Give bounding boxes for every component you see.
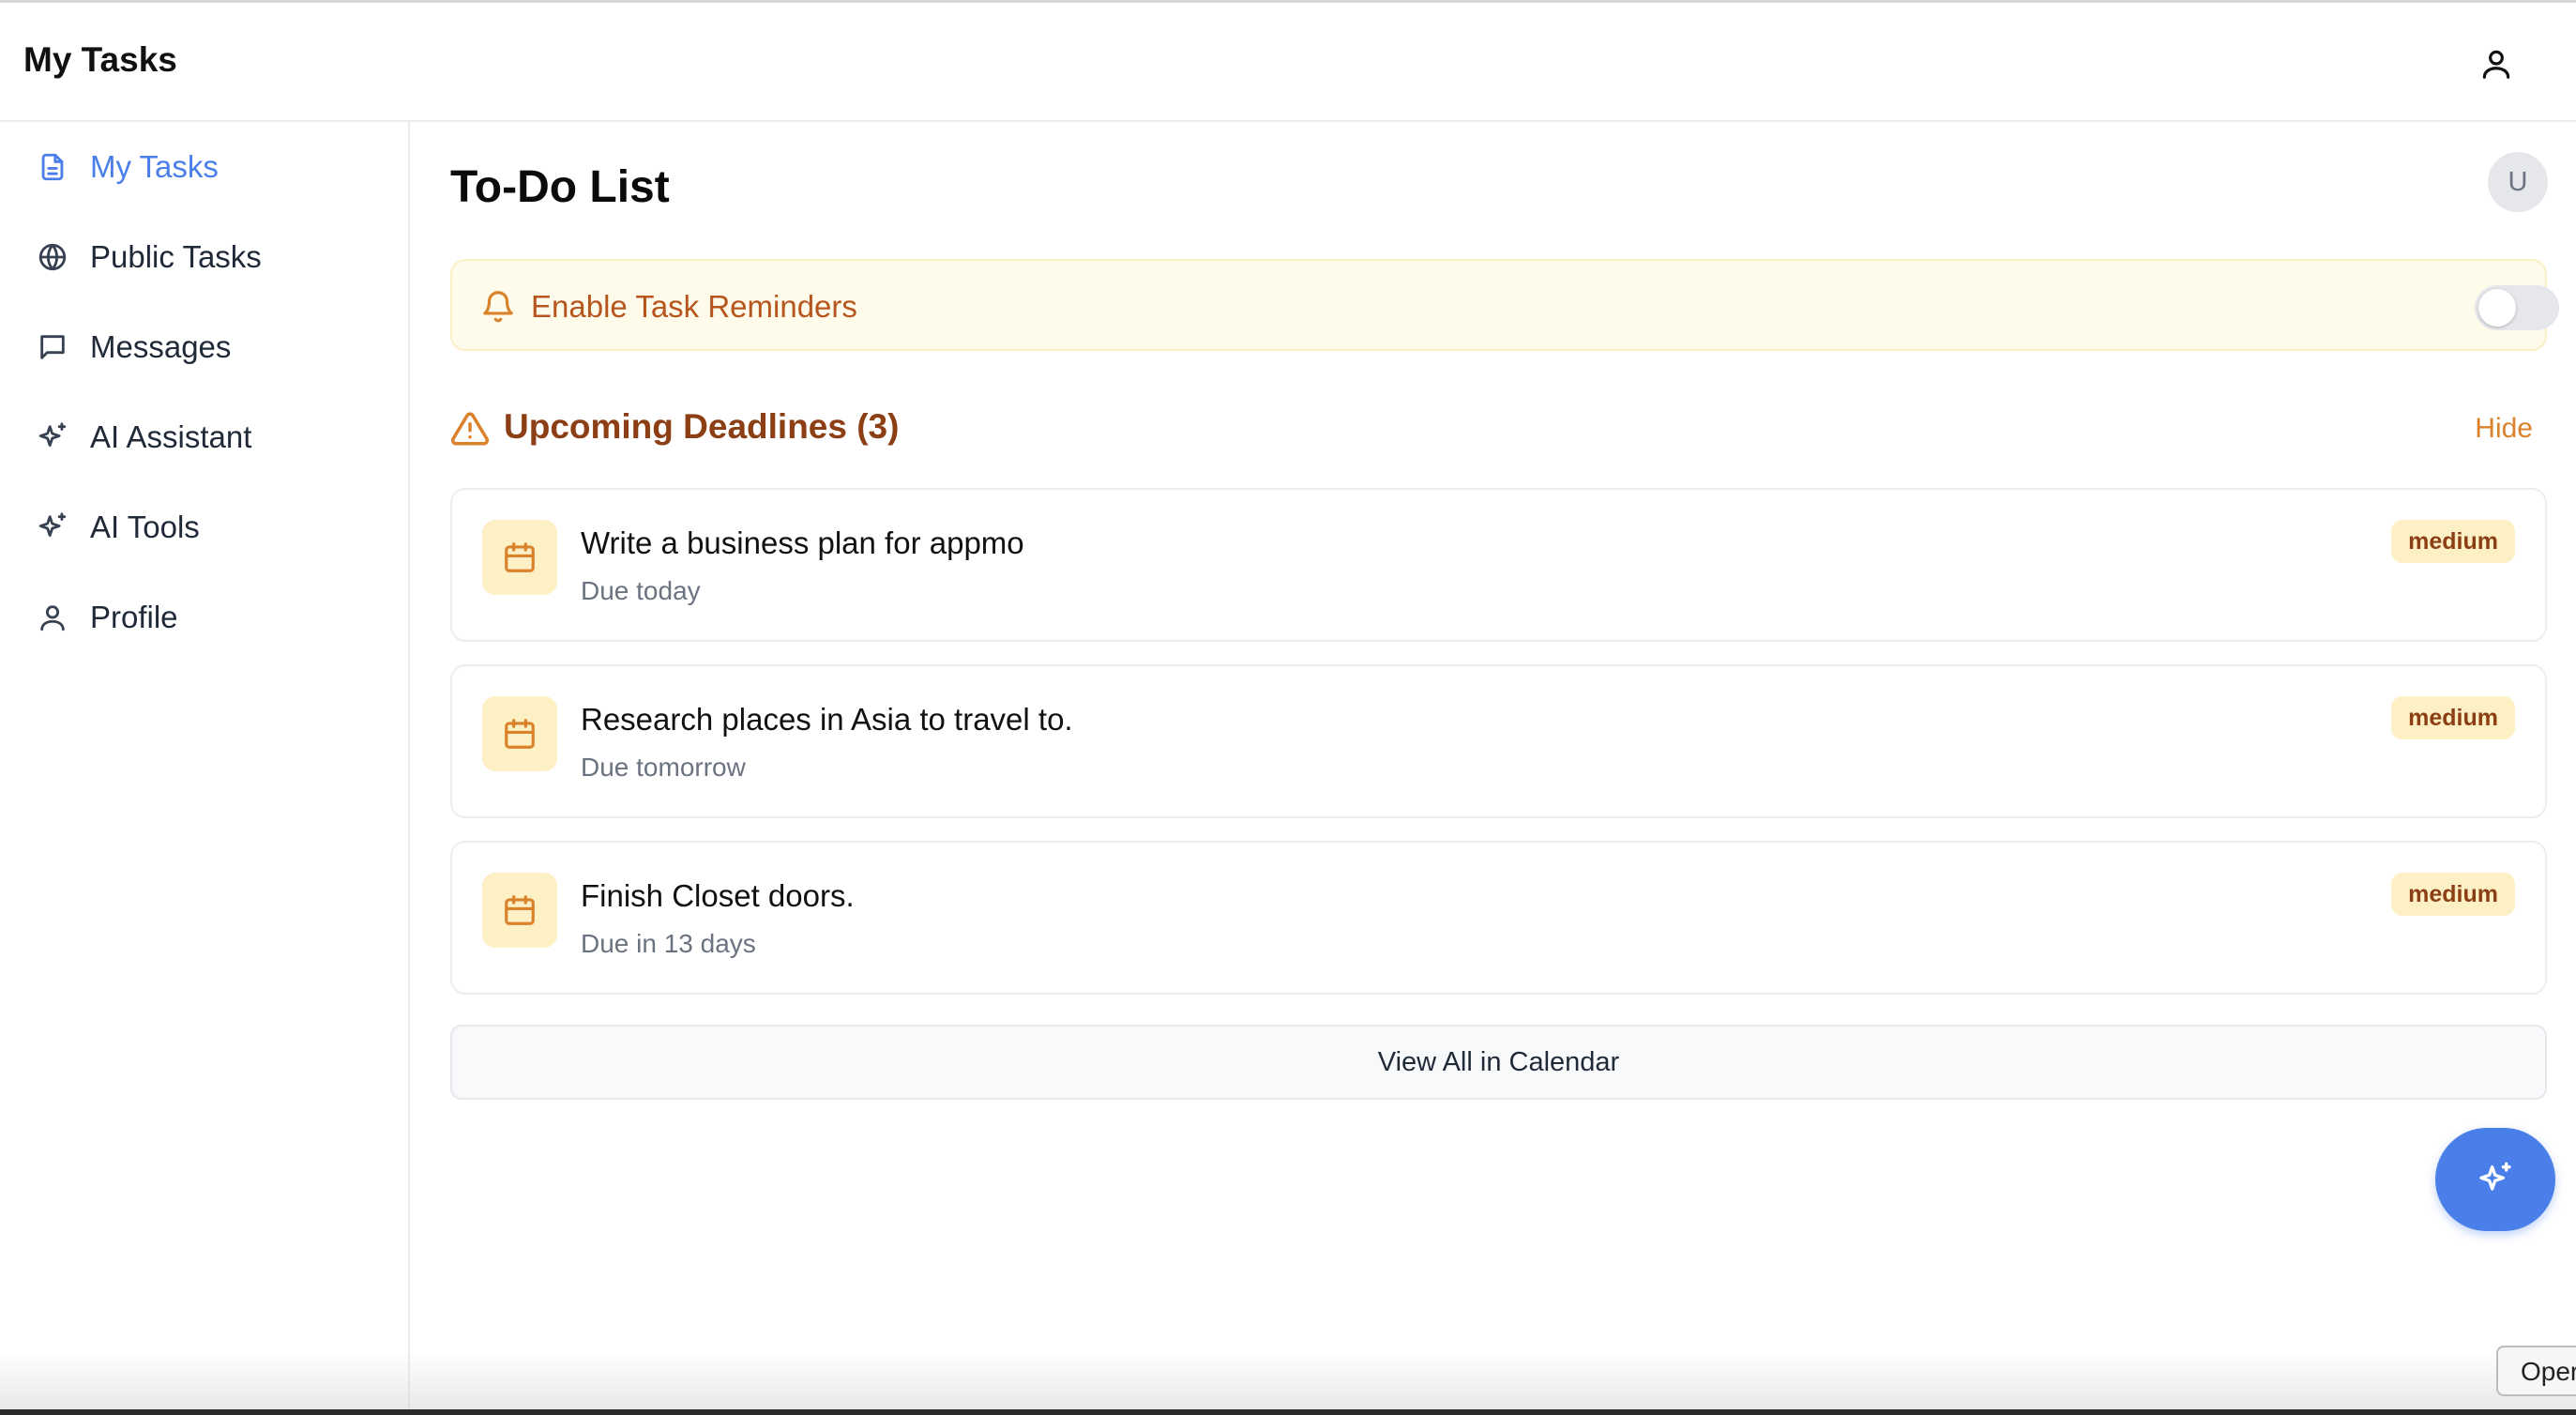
task-title: Research places in Asia to travel to. bbox=[581, 702, 1073, 737]
bell-icon bbox=[483, 291, 513, 323]
sidebar-item-profile[interactable]: Profile bbox=[0, 580, 410, 655]
message-icon bbox=[35, 329, 70, 365]
globe-icon bbox=[35, 239, 70, 275]
sidebar-item-label: Messages bbox=[90, 329, 232, 364]
task-icon-box bbox=[482, 696, 557, 771]
tooltip: Oper bbox=[2496, 1346, 2576, 1396]
sparkles-icon bbox=[35, 419, 70, 455]
app-title: My Tasks bbox=[23, 40, 177, 79]
view-calendar-button[interactable]: View All in Calendar bbox=[450, 1025, 2547, 1100]
task-card[interactable]: Finish Closet doors. Due in 13 days medi… bbox=[450, 841, 2547, 995]
sidebar-item-label: My Tasks bbox=[90, 149, 219, 184]
reminder-banner: Enable Task Reminders bbox=[450, 259, 2559, 351]
sidebar-item-my-tasks[interactable]: My Tasks bbox=[0, 129, 410, 205]
avatar[interactable]: U bbox=[2488, 152, 2548, 212]
priority-badge: medium bbox=[2391, 696, 2515, 739]
hide-button[interactable]: Hide bbox=[2475, 413, 2533, 445]
warning-icon bbox=[450, 412, 490, 446]
user-icon[interactable] bbox=[2478, 46, 2514, 82]
calendar-icon bbox=[505, 542, 535, 572]
user-icon bbox=[35, 600, 70, 635]
task-card[interactable]: Write a business plan for appmo Due toda… bbox=[450, 488, 2547, 642]
toggle-knob bbox=[2478, 289, 2516, 327]
task-due: Due in 13 days bbox=[581, 929, 756, 958]
calendar-icon bbox=[505, 719, 535, 749]
ai-assistant-fab[interactable] bbox=[2435, 1128, 2555, 1231]
deadlines-header: Upcoming Deadlines (3) Hide bbox=[450, 403, 2547, 460]
document-icon bbox=[35, 149, 70, 185]
window-bottom-edge bbox=[0, 1409, 2576, 1415]
task-title: Finish Closet doors. bbox=[581, 878, 855, 913]
reminder-label: Enable Task Reminders bbox=[531, 289, 857, 324]
main-content: To-Do List U Enable Task Reminders Upcom… bbox=[410, 122, 2576, 1415]
sparkles-icon bbox=[2479, 1162, 2511, 1191]
sidebar-item-label: Profile bbox=[90, 600, 178, 634]
sidebar-item-ai-tools[interactable]: AI Tools bbox=[0, 490, 410, 565]
priority-badge: medium bbox=[2391, 873, 2515, 916]
sidebar-item-label: Public Tasks bbox=[90, 239, 262, 274]
task-card[interactable]: Research places in Asia to travel to. Du… bbox=[450, 664, 2547, 818]
task-due: Due tomorrow bbox=[581, 753, 746, 782]
reminder-toggle[interactable] bbox=[2475, 285, 2559, 330]
task-title: Write a business plan for appmo bbox=[581, 525, 1024, 560]
sidebar: My Tasks Public Tasks Messages AI Assist… bbox=[0, 122, 410, 1415]
sparkles-icon bbox=[35, 510, 70, 545]
sidebar-item-public-tasks[interactable]: Public Tasks bbox=[0, 220, 410, 295]
task-icon-box bbox=[482, 873, 557, 948]
page-title: To-Do List bbox=[450, 162, 670, 212]
sidebar-item-ai-assistant[interactable]: AI Assistant bbox=[0, 400, 410, 475]
task-icon-box bbox=[482, 520, 557, 595]
sidebar-item-label: AI Assistant bbox=[90, 419, 252, 454]
priority-badge: medium bbox=[2391, 520, 2515, 563]
task-due: Due today bbox=[581, 576, 701, 605]
sidebar-item-messages[interactable]: Messages bbox=[0, 310, 410, 385]
sidebar-item-label: AI Tools bbox=[90, 510, 200, 544]
deadlines-title: Upcoming Deadlines (3) bbox=[504, 407, 900, 446]
calendar-icon bbox=[505, 895, 535, 925]
top-bar: My Tasks bbox=[0, 0, 2576, 122]
